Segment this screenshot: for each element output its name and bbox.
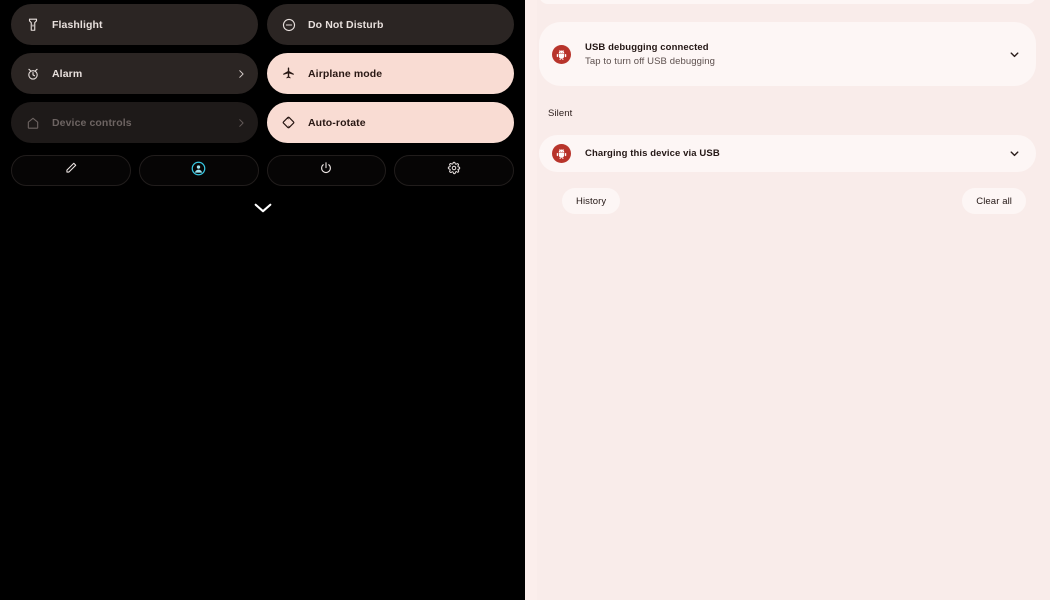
chevron-down-icon[interactable] <box>1006 146 1022 162</box>
user-avatar-icon <box>191 161 206 181</box>
shade-left-edge <box>525 0 537 600</box>
notification-card-usb-debugging[interactable]: USB debugging connected Tap to turn off … <box>539 22 1036 86</box>
notification-card-charging[interactable]: Charging this device via USB <box>539 135 1036 172</box>
qs-tile-auto-rotate[interactable]: Auto-rotate <box>267 102 514 143</box>
notification-title: Charging this device via USB <box>585 148 720 159</box>
android-debug-bug-icon <box>552 144 571 163</box>
qs-tile-do-not-disturb[interactable]: Do Not Disturb <box>267 4 514 45</box>
android-system-ui-screen: Flashlight Do Not Disturb Alarm Airplane… <box>0 0 1050 600</box>
qs-tile-flashlight[interactable]: Flashlight <box>11 4 258 45</box>
qs-tile-alarm[interactable]: Alarm <box>11 53 258 94</box>
shade-action-row: History Clear all <box>539 188 1036 214</box>
quick-settings-tile-grid: Flashlight Do Not Disturb Alarm Airplane… <box>11 4 514 143</box>
qs-tile-label: Auto-rotate <box>308 116 366 129</box>
pencil-icon <box>64 161 78 180</box>
gear-icon <box>447 161 461 180</box>
notification-text-block: USB debugging connected Tap to turn off … <box>585 42 1006 67</box>
qs-tile-label: Do Not Disturb <box>308 18 384 31</box>
settings-button[interactable] <box>394 155 514 186</box>
qs-tile-label: Flashlight <box>52 18 103 31</box>
chevron-down-icon[interactable] <box>1006 46 1022 62</box>
qs-tile-device-controls[interactable]: Device controls <box>11 102 258 143</box>
android-debug-bug-icon <box>552 44 571 64</box>
airplane-icon <box>280 65 297 82</box>
dnd-icon <box>280 16 297 33</box>
silent-section-header: Silent <box>548 108 573 119</box>
chevron-right-icon[interactable] <box>235 117 247 129</box>
quick-settings-panel: Flashlight Do Not Disturb Alarm Airplane… <box>0 0 525 600</box>
quick-settings-expand-chevron[interactable] <box>0 201 525 219</box>
quick-settings-footer <box>11 155 514 186</box>
chevron-down-icon <box>252 201 274 219</box>
qs-tile-label: Alarm <box>52 67 83 80</box>
alarm-icon <box>24 65 41 82</box>
qs-tile-label: Airplane mode <box>308 67 383 80</box>
power-menu-button[interactable] <box>266 155 387 186</box>
notification-subtitle: Tap to turn off USB debugging <box>585 55 716 67</box>
notification-title: USB debugging connected <box>585 41 709 53</box>
clear-all-button[interactable]: Clear all <box>962 188 1026 214</box>
flashlight-icon <box>24 16 41 33</box>
history-button[interactable]: History <box>562 188 621 214</box>
autorotate-icon <box>280 114 297 131</box>
home-icon <box>24 114 41 131</box>
power-icon <box>319 161 333 180</box>
qs-tile-airplane-mode[interactable]: Airplane mode <box>267 53 514 94</box>
user-switch-button[interactable] <box>138 155 259 186</box>
chevron-right-icon[interactable] <box>235 68 247 80</box>
notification-shade-panel: USB debugging connected Tap to turn off … <box>525 0 1050 600</box>
qs-tile-label: Device controls <box>52 116 132 129</box>
notification-card-clipped[interactable] <box>539 0 1036 4</box>
edit-tiles-button[interactable] <box>11 155 131 186</box>
notification-text-block: Charging this device via USB <box>585 148 1006 159</box>
